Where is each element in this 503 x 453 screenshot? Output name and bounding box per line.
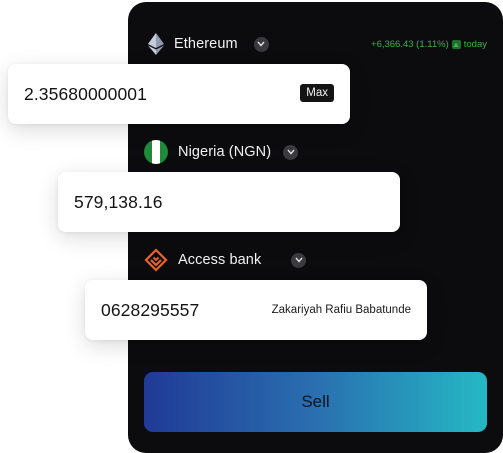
chevron-down-icon[interactable] bbox=[253, 36, 269, 52]
crypto-amount-card: 2.35680000001 Max bbox=[8, 64, 350, 124]
crypto-selector[interactable]: Ethereum bbox=[148, 33, 269, 55]
account-holder-name: Zakariyah Rafiu Babatunde bbox=[271, 304, 411, 316]
chevron-down-icon[interactable] bbox=[283, 144, 299, 160]
crypto-amount-input[interactable]: 2.35680000001 bbox=[24, 84, 147, 105]
bank-name: Access bank bbox=[178, 252, 262, 268]
account-number-input[interactable]: 0628295557 bbox=[101, 300, 199, 321]
arrow-up-icon bbox=[451, 40, 461, 49]
bank-selector[interactable]: Access bank bbox=[144, 248, 307, 272]
country-selector[interactable]: Nigeria (NGN) bbox=[144, 140, 299, 164]
country-name: Nigeria (NGN) bbox=[178, 144, 272, 160]
fiat-amount-input[interactable]: 579,138.16 bbox=[74, 192, 163, 213]
fiat-amount-card: 579,138.16 bbox=[58, 172, 400, 232]
crypto-name: Ethereum bbox=[174, 36, 238, 52]
sell-button[interactable]: Sell bbox=[144, 372, 487, 432]
ethereum-icon bbox=[148, 33, 164, 55]
price-change-period: today bbox=[463, 39, 487, 50]
chevron-down-icon[interactable] bbox=[291, 252, 307, 268]
max-button[interactable]: Max bbox=[300, 84, 334, 102]
price-change-value: +6,366.43 (1.11%) bbox=[371, 39, 449, 50]
account-card: 0628295557 Zakariyah Rafiu Babatunde bbox=[85, 280, 427, 340]
price-change-ticker: +6,366.43 (1.11%) today bbox=[371, 39, 487, 50]
access-bank-logo-icon bbox=[144, 248, 168, 272]
nigeria-flag-icon bbox=[144, 140, 168, 164]
